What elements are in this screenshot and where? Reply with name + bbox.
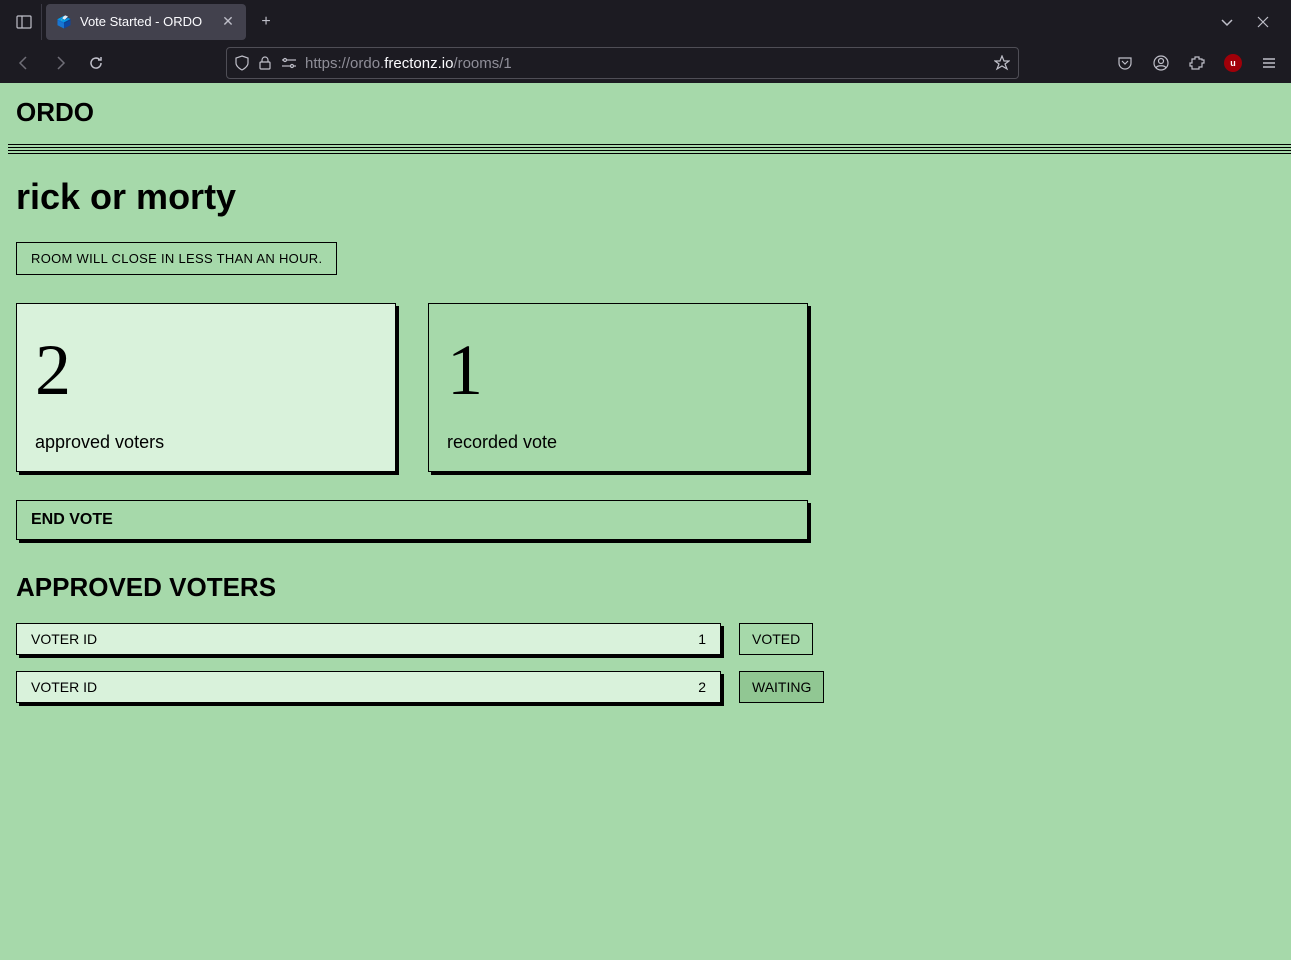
tab-bar: 🗳️ Vote Started - ORDO ✕ + bbox=[0, 0, 1291, 43]
voter-status-badge: WAITING bbox=[739, 671, 824, 703]
end-vote-button[interactable]: END VOTE bbox=[16, 500, 808, 540]
ublock-icon[interactable]: u bbox=[1219, 49, 1247, 77]
toolbar: https://ordo.frectonz.io/rooms/1 u bbox=[0, 43, 1291, 83]
window-close-icon[interactable] bbox=[1249, 8, 1277, 36]
tab-overflow-icon[interactable] bbox=[1213, 8, 1241, 36]
back-button[interactable] bbox=[8, 47, 40, 79]
recorded-vote-label: recorded vote bbox=[447, 432, 789, 453]
approved-voters-label: approved voters bbox=[35, 432, 377, 453]
approved-voters-heading: APPROVED VOTERS bbox=[16, 572, 1275, 603]
forward-button[interactable] bbox=[44, 47, 76, 79]
extensions-icon[interactable] bbox=[1183, 49, 1211, 77]
url-bar[interactable]: https://ordo.frectonz.io/rooms/1 bbox=[226, 47, 1019, 79]
voter-row: VOTER ID 1 VOTED bbox=[16, 623, 1275, 655]
pocket-icon[interactable] bbox=[1111, 49, 1139, 77]
browser-tab[interactable]: 🗳️ Vote Started - ORDO ✕ bbox=[46, 4, 246, 40]
tab-title: Vote Started - ORDO bbox=[80, 14, 212, 29]
voter-id-box: VOTER ID 1 bbox=[16, 623, 721, 655]
approved-voters-card: 2 approved voters bbox=[16, 303, 396, 472]
tab-favicon-icon: 🗳️ bbox=[56, 14, 72, 30]
url-text: https://ordo.frectonz.io/rooms/1 bbox=[305, 55, 986, 72]
new-tab-button[interactable]: + bbox=[250, 6, 282, 38]
voter-id-label: VOTER ID bbox=[31, 631, 97, 647]
shield-icon[interactable] bbox=[235, 55, 249, 71]
close-tab-icon[interactable]: ✕ bbox=[220, 14, 236, 30]
account-icon[interactable] bbox=[1147, 49, 1175, 77]
approved-voters-count: 2 bbox=[35, 334, 377, 406]
room-title: rick or morty bbox=[16, 176, 1275, 218]
room-status-badge: ROOM WILL CLOSE IN LESS THAN AN HOUR. bbox=[16, 242, 337, 275]
permissions-icon[interactable] bbox=[281, 57, 297, 69]
voter-id-box: VOTER ID 2 bbox=[16, 671, 721, 703]
reload-button[interactable] bbox=[80, 47, 112, 79]
voter-id-value: 2 bbox=[698, 679, 706, 695]
voter-status-badge: VOTED bbox=[739, 623, 813, 655]
recorded-vote-count: 1 bbox=[447, 334, 789, 406]
recorded-vote-card: 1 recorded vote bbox=[428, 303, 808, 472]
voter-row: VOTER ID 2 WAITING bbox=[16, 671, 1275, 703]
header-divider bbox=[8, 144, 1291, 156]
voter-id-value: 1 bbox=[698, 631, 706, 647]
lock-icon[interactable] bbox=[259, 56, 271, 70]
menu-icon[interactable] bbox=[1255, 49, 1283, 77]
app-logo[interactable]: ORDO bbox=[16, 97, 1275, 128]
voter-id-label: VOTER ID bbox=[31, 679, 97, 695]
panel-toggle-icon[interactable] bbox=[6, 4, 42, 40]
bookmark-star-icon[interactable] bbox=[994, 55, 1010, 71]
